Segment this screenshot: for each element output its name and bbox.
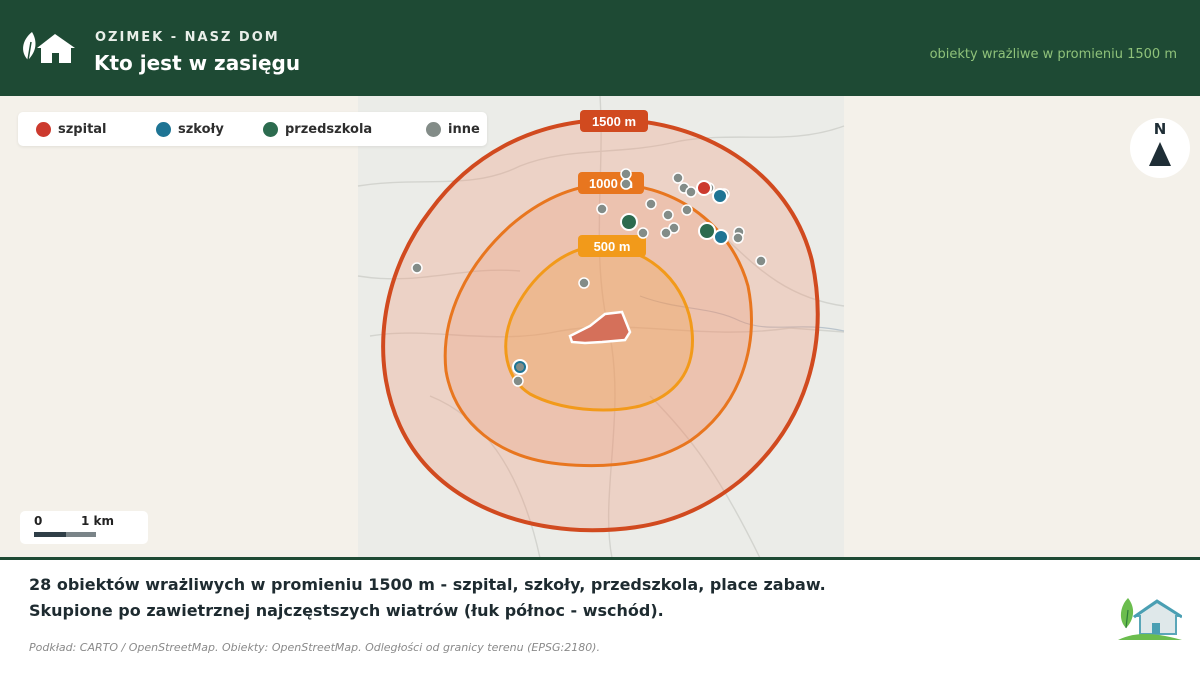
kindergarten-dot-icon: [263, 121, 278, 137]
poi-other: [620, 168, 632, 180]
poi-other: [516, 363, 524, 371]
poi-other: [685, 186, 697, 198]
footer: 28 obiektów wrażliwych w promieniu 1500 …: [0, 560, 1200, 675]
poi-other: [645, 198, 657, 210]
scale-segment-light: [66, 532, 96, 537]
scale-zero-label: 0: [34, 514, 43, 528]
other-dot-icon: [426, 121, 441, 137]
school-dot-icon: [156, 121, 171, 137]
north-arrow: N: [1130, 118, 1190, 178]
poi-kindergarten: [620, 213, 638, 231]
poi-school: [712, 188, 728, 204]
ring-label-1500m: 1500 m: [580, 110, 648, 132]
poi-kindergarten: [698, 222, 716, 240]
poi-other: [512, 375, 524, 387]
poi-other: [732, 232, 744, 244]
legend-label: szkoły: [178, 121, 224, 137]
summary-line-2: Skupione po zawietrznej najczęstszych wi…: [29, 601, 664, 620]
poi-other: [681, 204, 693, 216]
legend-item-schools: szkoły: [156, 120, 224, 138]
poi-other: [578, 277, 590, 289]
poi-hospital: [696, 180, 712, 196]
poi-other: [637, 227, 649, 239]
house-tree-footer-icon: [1118, 598, 1182, 640]
ring-label-1000m: 1000 m: [578, 172, 644, 194]
north-label: N: [1153, 120, 1167, 138]
north-arrow-icon: [1149, 142, 1171, 166]
hospital-dot-icon: [36, 121, 51, 137]
map-canvas: 1500 m 1000 m 500 m: [357, 96, 845, 558]
legend-item-hospital: szpital: [36, 120, 107, 138]
map-area[interactable]: 1500 m 1000 m 500 m szpital szkoły przed…: [0, 96, 1200, 558]
scale-bar: 0 1 km: [20, 511, 148, 544]
poi-other: [755, 255, 767, 267]
header-kicker: OZIMEK - NASZ DOM: [95, 30, 280, 45]
summary-line-1: 28 obiektów wrażliwych w promieniu 1500 …: [29, 575, 826, 594]
ring-label-500m: 500 m: [578, 235, 646, 257]
source-note: Podkład: CARTO / OpenStreetMap. Obiekty:…: [29, 641, 600, 654]
legend: szpital szkoły przedszkola inne: [18, 112, 487, 146]
house-tree-logo-icon: [23, 32, 75, 63]
poi-other: [596, 203, 608, 215]
legend-label: przedszkola: [285, 121, 373, 137]
ring-label-1500m-text: 1500 m: [592, 114, 636, 129]
poi-other: [660, 227, 672, 239]
header: OZIMEK - NASZ DOM Kto jest w zasięgu obi…: [0, 0, 1200, 96]
legend-label: szpital: [58, 121, 107, 137]
poi-other: [620, 178, 632, 190]
legend-label: inne: [448, 121, 480, 137]
ring-label-500m-text: 500 m: [594, 239, 631, 254]
poi-other: [411, 262, 423, 274]
poi-school: [713, 229, 729, 245]
scale-segment-dark: [34, 532, 66, 537]
header-subtitle: obiekty wrażliwe w promieniu 1500 m: [929, 47, 1177, 62]
page-title: Kto jest w zasięgu: [94, 51, 301, 75]
poi-other: [672, 172, 684, 184]
legend-item-kindergartens: przedszkola: [263, 120, 372, 138]
scale-km-label: 1 km: [81, 514, 115, 528]
legend-item-other: inne: [426, 120, 480, 138]
poi-other: [662, 209, 674, 221]
